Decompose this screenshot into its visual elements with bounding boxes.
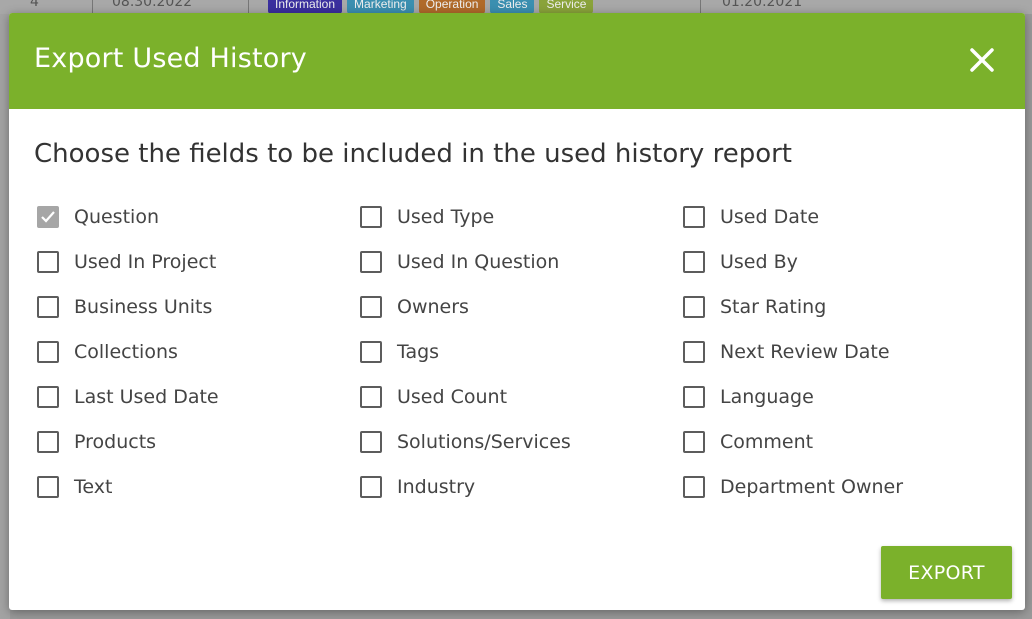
checkmark-icon: [41, 211, 55, 223]
field-option-business-units[interactable]: Business Units: [37, 291, 360, 323]
close-icon: [970, 48, 994, 72]
collections-label: Collections: [74, 341, 178, 363]
export-used-history-dialog: Export Used History Choose the fields to…: [9, 13, 1025, 610]
background-date-left: 08.30.2022: [112, 0, 193, 10]
used-in-question-label: Used In Question: [397, 251, 560, 273]
business-units-checkbox[interactable]: [37, 296, 59, 318]
background-count: 4: [30, 0, 39, 10]
solutions-services-checkbox[interactable]: [360, 431, 382, 453]
background-header-strip: 4 08.30.2022 Information Marketing Opera…: [0, 0, 1032, 14]
star-rating-checkbox[interactable]: [683, 296, 705, 318]
used-type-label: Used Type: [397, 206, 495, 228]
used-in-project-label: Used In Project: [74, 251, 217, 273]
field-option-industry[interactable]: Industry: [360, 471, 683, 503]
question-label: Question: [74, 206, 159, 228]
dialog-header: Export Used History: [9, 13, 1025, 109]
text-checkbox[interactable]: [37, 476, 59, 498]
language-label: Language: [720, 386, 814, 408]
field-option-text[interactable]: Text: [37, 471, 360, 503]
business-units-label: Business Units: [74, 296, 213, 318]
field-option-used-in-project[interactable]: Used In Project: [37, 246, 360, 278]
field-option-collections[interactable]: Collections: [37, 336, 360, 368]
used-by-checkbox[interactable]: [683, 251, 705, 273]
dialog-instructions: Choose the fields to be included in the …: [34, 139, 792, 169]
field-option-owners[interactable]: Owners: [360, 291, 683, 323]
industry-label: Industry: [397, 476, 476, 498]
background-divider: [700, 0, 701, 14]
owners-label: Owners: [397, 296, 469, 318]
used-date-checkbox[interactable]: [683, 206, 705, 228]
field-option-tags[interactable]: Tags: [360, 336, 683, 368]
background-date-right: 01.20.2021: [722, 0, 803, 10]
comment-checkbox[interactable]: [683, 431, 705, 453]
field-option-used-date[interactable]: Used Date: [683, 201, 1006, 233]
dialog-title: Export Used History: [34, 43, 307, 74]
field-option-comment[interactable]: Comment: [683, 426, 1006, 458]
field-option-used-count[interactable]: Used Count: [360, 381, 683, 413]
solutions-services-label: Solutions/Services: [397, 431, 571, 453]
background-tag: Operation: [418, 0, 486, 14]
department-owner-checkbox[interactable]: [683, 476, 705, 498]
background-tag: Service: [539, 0, 594, 14]
used-count-label: Used Count: [397, 386, 508, 408]
tags-checkbox[interactable]: [360, 341, 382, 363]
field-checkbox-grid: Question Used Type Used Date Used In Projec…: [37, 201, 1006, 516]
background-tag: Sales: [490, 0, 535, 14]
question-checkbox[interactable]: [37, 206, 59, 228]
collections-checkbox[interactable]: [37, 341, 59, 363]
star-rating-label: Star Rating: [720, 296, 827, 318]
background-tag: Marketing: [347, 0, 414, 14]
background-divider: [248, 0, 249, 14]
products-checkbox[interactable]: [37, 431, 59, 453]
export-button[interactable]: EXPORT: [881, 546, 1012, 599]
products-label: Products: [74, 431, 157, 453]
language-checkbox[interactable]: [683, 386, 705, 408]
used-by-label: Used By: [720, 251, 798, 273]
close-button[interactable]: [969, 47, 995, 73]
last-used-date-label: Last Used Date: [74, 386, 219, 408]
used-type-checkbox[interactable]: [360, 206, 382, 228]
next-review-date-label: Next Review Date: [720, 341, 890, 363]
background-tag: Information: [268, 0, 343, 14]
background-divider: [92, 0, 93, 14]
field-option-star-rating[interactable]: Star Rating: [683, 291, 1006, 323]
next-review-date-checkbox[interactable]: [683, 341, 705, 363]
field-option-last-used-date[interactable]: Last Used Date: [37, 381, 360, 413]
used-in-project-checkbox[interactable]: [37, 251, 59, 273]
field-option-language[interactable]: Language: [683, 381, 1006, 413]
used-count-checkbox[interactable]: [360, 386, 382, 408]
field-option-used-in-question[interactable]: Used In Question: [360, 246, 683, 278]
background-tags: Information Marketing Operation Sales Se…: [268, 0, 594, 14]
text-label: Text: [74, 476, 113, 498]
field-option-department-owner[interactable]: Department Owner: [683, 471, 1006, 503]
department-owner-label: Department Owner: [720, 476, 904, 498]
field-option-solutions-services[interactable]: Solutions/Services: [360, 426, 683, 458]
owners-checkbox[interactable]: [360, 296, 382, 318]
field-option-used-type[interactable]: Used Type: [360, 201, 683, 233]
comment-label: Comment: [720, 431, 814, 453]
field-option-next-review-date[interactable]: Next Review Date: [683, 336, 1006, 368]
last-used-date-checkbox[interactable]: [37, 386, 59, 408]
used-in-question-checkbox[interactable]: [360, 251, 382, 273]
used-date-label: Used Date: [720, 206, 820, 228]
field-option-products[interactable]: Products: [37, 426, 360, 458]
field-option-used-by[interactable]: Used By: [683, 246, 1006, 278]
tags-label: Tags: [397, 341, 440, 363]
field-option-question[interactable]: Question: [37, 201, 360, 233]
industry-checkbox[interactable]: [360, 476, 382, 498]
